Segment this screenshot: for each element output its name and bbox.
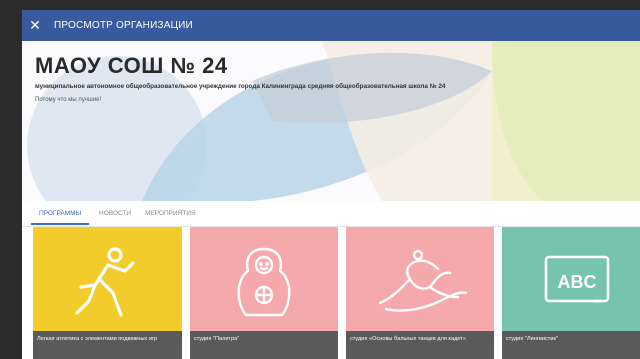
window-title: ПРОСМОТР ОРГАНИЗАЦИИ [54,20,193,31]
matryoshka-icon [237,247,291,317]
program-card-title: Легкая атлетика с элементами подвижных и… [33,331,182,359]
organization-full-name: муниципальное автономное общеобразовател… [35,83,446,90]
program-card-title: студия "Палитра" [190,331,338,359]
close-icon[interactable]: ✕ [24,10,46,41]
chalkboard-abc-icon: ABC [544,255,610,303]
program-card[interactable]: студия «Основы бальных танцев для кадет» [346,227,494,359]
hero-banner: МАОУ СОШ № 24 муниципальное автономное о… [22,41,640,201]
top-bar: ✕ ПРОСМОТР ОРГАНИЗАЦИИ [22,10,640,41]
tab-bar: ПРОГРАММЫ НОВОСТИ МЕРОПРИЯТИЯ [22,201,640,227]
dancer-icon [378,249,468,312]
active-tab-indicator [31,223,89,225]
program-card[interactable]: ABC студия "Лингвистик" [502,227,640,359]
chalkboard-text: ABC [558,272,597,292]
organization-slogan: Потому что мы лучшие! [35,97,102,103]
tab-events[interactable]: МЕРОПРИЯТИЯ [145,201,196,227]
organization-name: МАОУ СОШ № 24 [35,53,228,78]
runner-icon [75,247,135,317]
program-card-title: студия "Лингвистик" [502,331,640,359]
program-card-title: студия «Основы бальных танцев для кадет» [346,331,494,359]
program-card[interactable]: студия "Палитра" [190,227,338,359]
tab-news[interactable]: НОВОСТИ [99,201,131,227]
program-card[interactable]: Легкая атлетика с элементами подвижных и… [33,227,182,359]
organization-view-window: ✕ ПРОСМОТР ОРГАНИЗАЦИИ МАОУ СОШ № 24 мун… [22,10,640,359]
